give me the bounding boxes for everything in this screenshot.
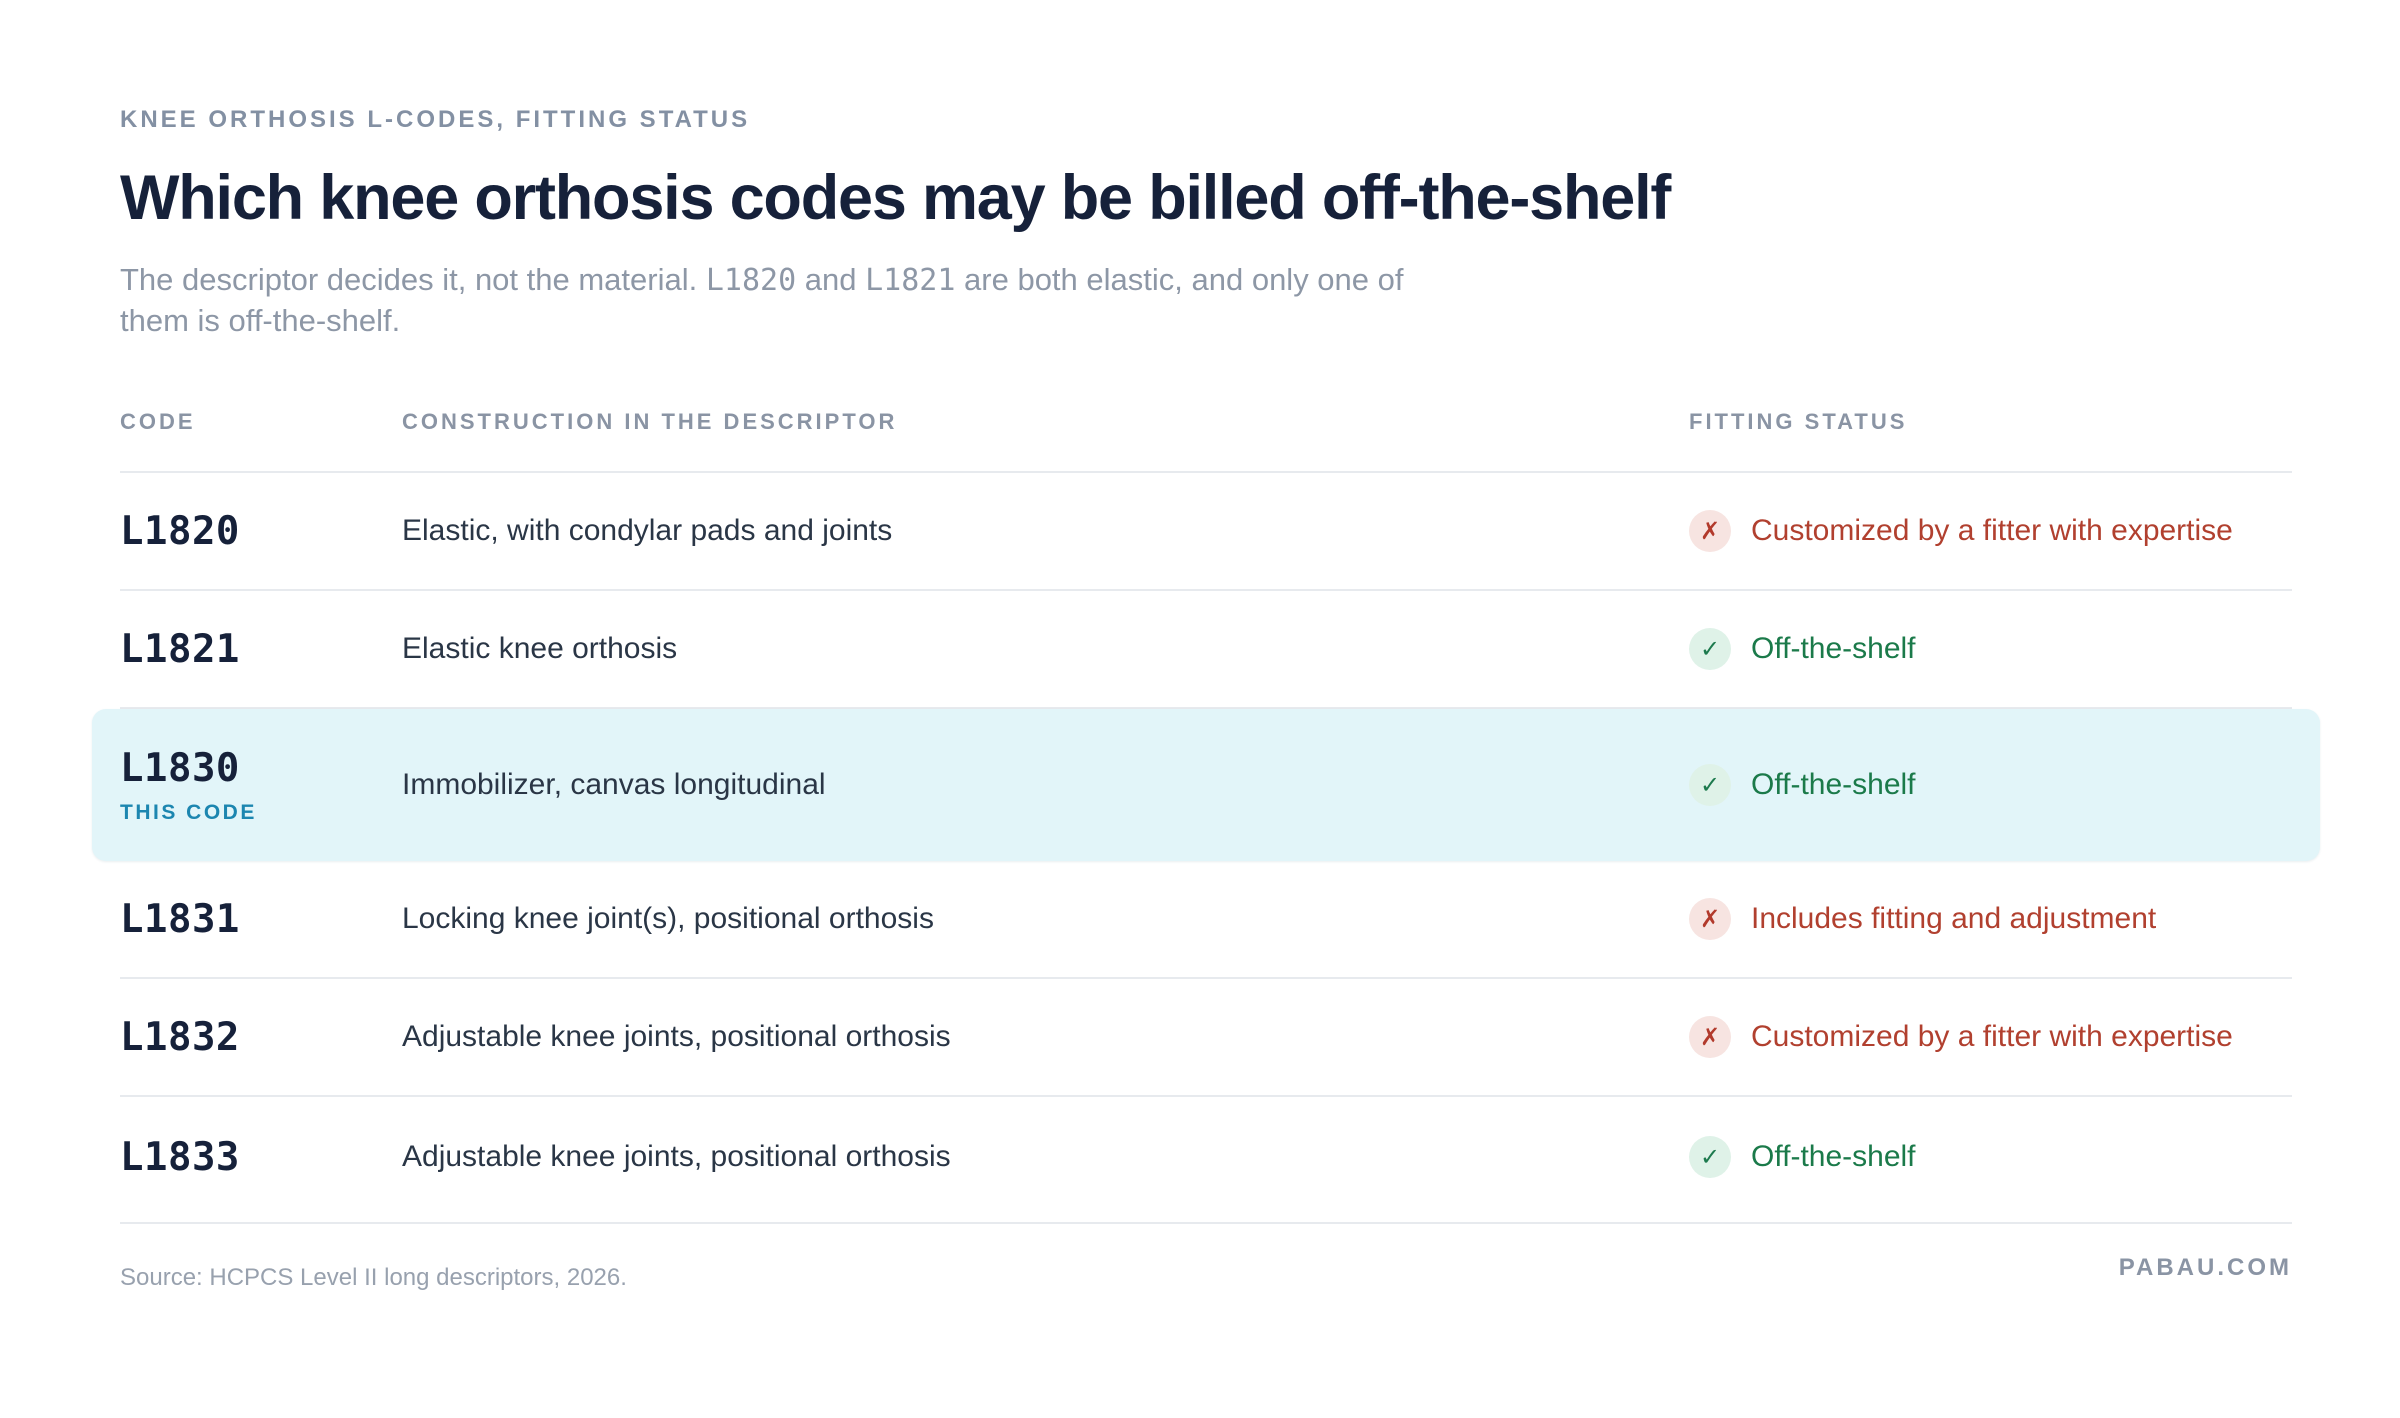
construction-cell: Adjustable knee joints, positional ortho… [402,1140,951,1173]
status-text: Includes fitting and adjustment [1751,902,2157,935]
construction-cell: Locking knee joint(s), positional orthos… [402,902,934,935]
code-cell: L1820 [120,509,402,554]
status-cell: ✓ Off-the-shelf [1689,1136,2292,1178]
column-header-code: CODE [120,409,196,434]
code-value: L1830 [120,745,240,791]
cross-icon: ✗ [1689,898,1731,940]
this-code-tag: THIS CODE [120,800,257,824]
code-value: L1831 [120,896,240,942]
cross-icon: ✗ [1689,1016,1731,1058]
table-row-highlighted: L1830 THIS CODE Immobilizer, canvas long… [92,709,2320,861]
status-text: Customized by a fitter with expertise [1751,514,2233,547]
table-row: L1831 Locking knee joint(s), positional … [120,861,2292,979]
construction-cell: Immobilizer, canvas longitudinal [402,768,826,801]
code-cell: L1830 THIS CODE [120,746,402,825]
table-row: L1833 Adjustable knee joints, positional… [120,1097,2292,1217]
column-header-status: FITTING STATUS [1689,409,1908,434]
subtitle-text: and [796,262,866,297]
construction-cell: Elastic knee orthosis [402,632,678,665]
subtitle-code-l1820: L1820 [705,263,797,298]
status-cell: ✓ Off-the-shelf [1689,628,2292,670]
status-cell: ✓ Off-the-shelf [1689,764,2292,806]
brand-logo-text[interactable]: PABAU.COM [2119,1254,2292,1282]
status-text: Off-the-shelf [1751,1140,1916,1173]
eyebrow-label: KNEE ORTHOSIS L-CODES, FITTING STATUS [120,106,751,133]
column-header-construction: CONSTRUCTION IN THE DESCRIPTOR [402,409,898,434]
table-row: L1821 Elastic knee orthosis ✓ Off-the-sh… [120,591,2292,709]
code-value: L1833 [120,1134,240,1180]
status-cell: ✗ Customized by a fitter with expertise [1689,1016,2292,1058]
code-value: L1820 [120,508,240,554]
status-text: Off-the-shelf [1751,768,1916,801]
page-subtitle: The descriptor decides it, not the mater… [120,260,1480,341]
subtitle-code-l1821: L1821 [865,263,956,298]
page: KNEE ORTHOSIS L-CODES, FITTING STATUS Wh… [0,0,2400,1418]
status-cell: ✗ Customized by a fitter with expertise [1689,510,2292,552]
code-cell: L1821 [120,627,402,672]
status-text: Off-the-shelf [1751,632,1916,665]
subtitle-text: The descriptor decides it, not the mater… [120,262,706,297]
footer: Source: HCPCS Level II long descriptors,… [120,1222,2292,1291]
code-cell: L1833 [120,1135,402,1180]
check-icon: ✓ [1689,1136,1731,1178]
construction-cell: Adjustable knee joints, positional ortho… [402,1020,951,1053]
codes-table: CODE CONSTRUCTION IN THE DESCRIPTOR FITT… [92,403,2320,1217]
code-value: L1832 [120,1014,240,1060]
check-icon: ✓ [1689,764,1731,806]
check-icon: ✓ [1689,628,1731,670]
construction-cell: Elastic, with condylar pads and joints [402,514,893,547]
table-row: L1820 Elastic, with condylar pads and jo… [120,473,2292,591]
status-cell: ✗ Includes fitting and adjustment [1689,898,2292,940]
table-header: CODE CONSTRUCTION IN THE DESCRIPTOR FITT… [120,403,2292,473]
table-row: L1832 Adjustable knee joints, positional… [120,979,2292,1097]
status-text: Customized by a fitter with expertise [1751,1020,2233,1053]
code-cell: L1831 [120,897,402,942]
page-title: Which knee orthosis codes may be billed … [120,163,1671,233]
code-value: L1821 [120,626,240,672]
source-note: Source: HCPCS Level II long descriptors,… [120,1264,627,1291]
code-cell: L1832 [120,1015,402,1060]
cross-icon: ✗ [1689,510,1731,552]
